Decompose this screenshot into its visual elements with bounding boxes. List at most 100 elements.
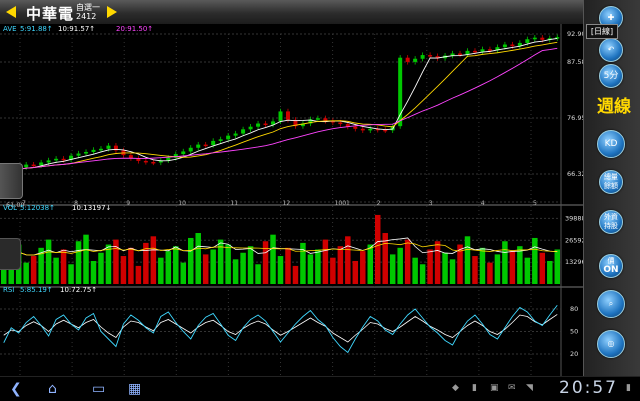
- volume-bar: [158, 257, 164, 284]
- volume-bar: [120, 256, 127, 284]
- back-nav-icon[interactable]: ❮: [10, 381, 22, 397]
- home-nav-icon[interactable]: ⌂: [48, 381, 57, 397]
- price-tick-label: 92.90: [567, 30, 583, 38]
- volume-bar: [90, 260, 97, 284]
- volume-bar: [315, 249, 321, 284]
- left-drawer-handle-2[interactable]: [0, 238, 21, 270]
- candle-body: [84, 151, 89, 154]
- rsi-tick-label: 80: [570, 305, 578, 313]
- candle-body: [241, 129, 246, 134]
- volume-bar: [345, 236, 351, 284]
- next-stock-arrow-icon[interactable]: [107, 6, 117, 18]
- candle-body: [285, 111, 290, 120]
- image-icon: ▣: [490, 383, 499, 393]
- vol-label: VOL: [3, 204, 17, 212]
- volume-bar: [494, 254, 501, 284]
- five-minute-button[interactable]: 5分: [599, 64, 623, 88]
- volume-bar: [165, 251, 172, 284]
- candle-body: [315, 118, 320, 120]
- volume-bar: [427, 249, 433, 284]
- volume-balance-button[interactable]: 總量 餘額: [599, 170, 623, 194]
- volume-bar: [30, 256, 37, 284]
- volume-bar: [375, 214, 381, 284]
- volume-bar: [404, 239, 411, 284]
- time-tick-label: 5: [533, 200, 537, 207]
- candle-body: [181, 151, 186, 155]
- gear-icon: ◎: [607, 339, 615, 348]
- time-tick-label: 1001: [335, 200, 350, 207]
- period-label[interactable]: 週線: [597, 92, 631, 117]
- volume-bar: [262, 241, 269, 284]
- volume-bar: [128, 247, 134, 284]
- volume-bar: [292, 265, 299, 284]
- candle-body: [428, 55, 433, 57]
- volume-bar: [135, 265, 142, 284]
- zoom-button[interactable]: ⌕: [597, 290, 625, 318]
- time-tick-label: 2: [377, 200, 381, 207]
- price-tick-label: 87.58: [567, 58, 583, 66]
- candle-body: [510, 44, 515, 47]
- left-drawer-handle[interactable]: [0, 163, 23, 199]
- candle-body: [472, 50, 477, 53]
- candle-body: [143, 160, 148, 163]
- volume-tick-label: 26592: [565, 236, 583, 244]
- sd-card-icon: ▮: [472, 383, 477, 393]
- candle-body: [248, 126, 253, 130]
- foreign-holding-button[interactable]: 外資 持股: [599, 210, 623, 234]
- back-button[interactable]: ↶: [599, 38, 623, 62]
- stock-chart[interactable]: 92.9087.5876.9566.3261.00789101112100123…: [0, 24, 586, 376]
- candle-body: [151, 161, 156, 164]
- volume-bar: [419, 264, 426, 284]
- price-toggle-line1: 價: [607, 257, 615, 265]
- price-toggle-line2: ON: [603, 265, 619, 275]
- volume-bar: [442, 252, 448, 284]
- foreign-holding-line2: 持股: [604, 222, 618, 230]
- rsi10-value: 10:72.75↑: [60, 286, 97, 294]
- volume-bar: [83, 234, 89, 284]
- candle-body: [106, 145, 111, 149]
- candle-body: [278, 111, 283, 122]
- wifi-icon: ◥: [526, 383, 533, 393]
- volume-bar: [449, 259, 456, 284]
- rsi5-value: 5:85.19↑: [20, 286, 53, 294]
- settings-button[interactable]: ◎: [597, 330, 625, 358]
- volume-bar: [232, 259, 239, 284]
- candle-body: [196, 144, 201, 148]
- candle-body: [203, 144, 208, 147]
- ma5-value: 5:91.88↑: [20, 25, 53, 33]
- volume-bar: [23, 262, 29, 284]
- volume-bar: [270, 234, 276, 284]
- volume-bar: [517, 246, 523, 284]
- candle-body: [39, 162, 44, 166]
- volume-bar: [202, 254, 209, 284]
- candle-body: [76, 153, 81, 156]
- previous-stock-arrow-icon[interactable]: [6, 6, 16, 18]
- candle-body: [263, 123, 268, 126]
- volume-bar: [532, 237, 538, 284]
- volume-bar: [285, 247, 291, 284]
- vol-ma5-value: 5:12038↑: [20, 204, 55, 212]
- candle-body: [540, 37, 545, 40]
- kd-button[interactable]: KD: [597, 130, 625, 158]
- recent-apps-icon[interactable]: ▭: [92, 381, 105, 397]
- day-line-button[interactable]: [日線]: [586, 24, 618, 39]
- candle-body: [525, 39, 530, 43]
- candle-body: [413, 58, 418, 62]
- candle-body: [502, 44, 507, 48]
- candle-body: [218, 139, 223, 141]
- volume-bar: [322, 239, 329, 284]
- android-icon: ◆: [452, 383, 459, 393]
- price-tick-label: 76.95: [567, 114, 583, 122]
- price-toggle-button[interactable]: 價 ON: [599, 254, 623, 278]
- grid-menu-icon[interactable]: ▦: [128, 381, 141, 397]
- candle-body: [54, 158, 59, 161]
- volume-bar: [105, 244, 112, 284]
- candle-body: [46, 160, 51, 163]
- candle-body: [91, 149, 96, 152]
- volume-bar: [509, 251, 516, 284]
- battery-icon: ▮: [626, 383, 631, 393]
- volume-bar: [60, 249, 67, 284]
- candle-body: [256, 123, 261, 127]
- volume-balance-line1: 總量: [604, 173, 618, 181]
- chart-area[interactable]: 92.9087.5876.9566.3261.00789101112100123…: [0, 24, 586, 376]
